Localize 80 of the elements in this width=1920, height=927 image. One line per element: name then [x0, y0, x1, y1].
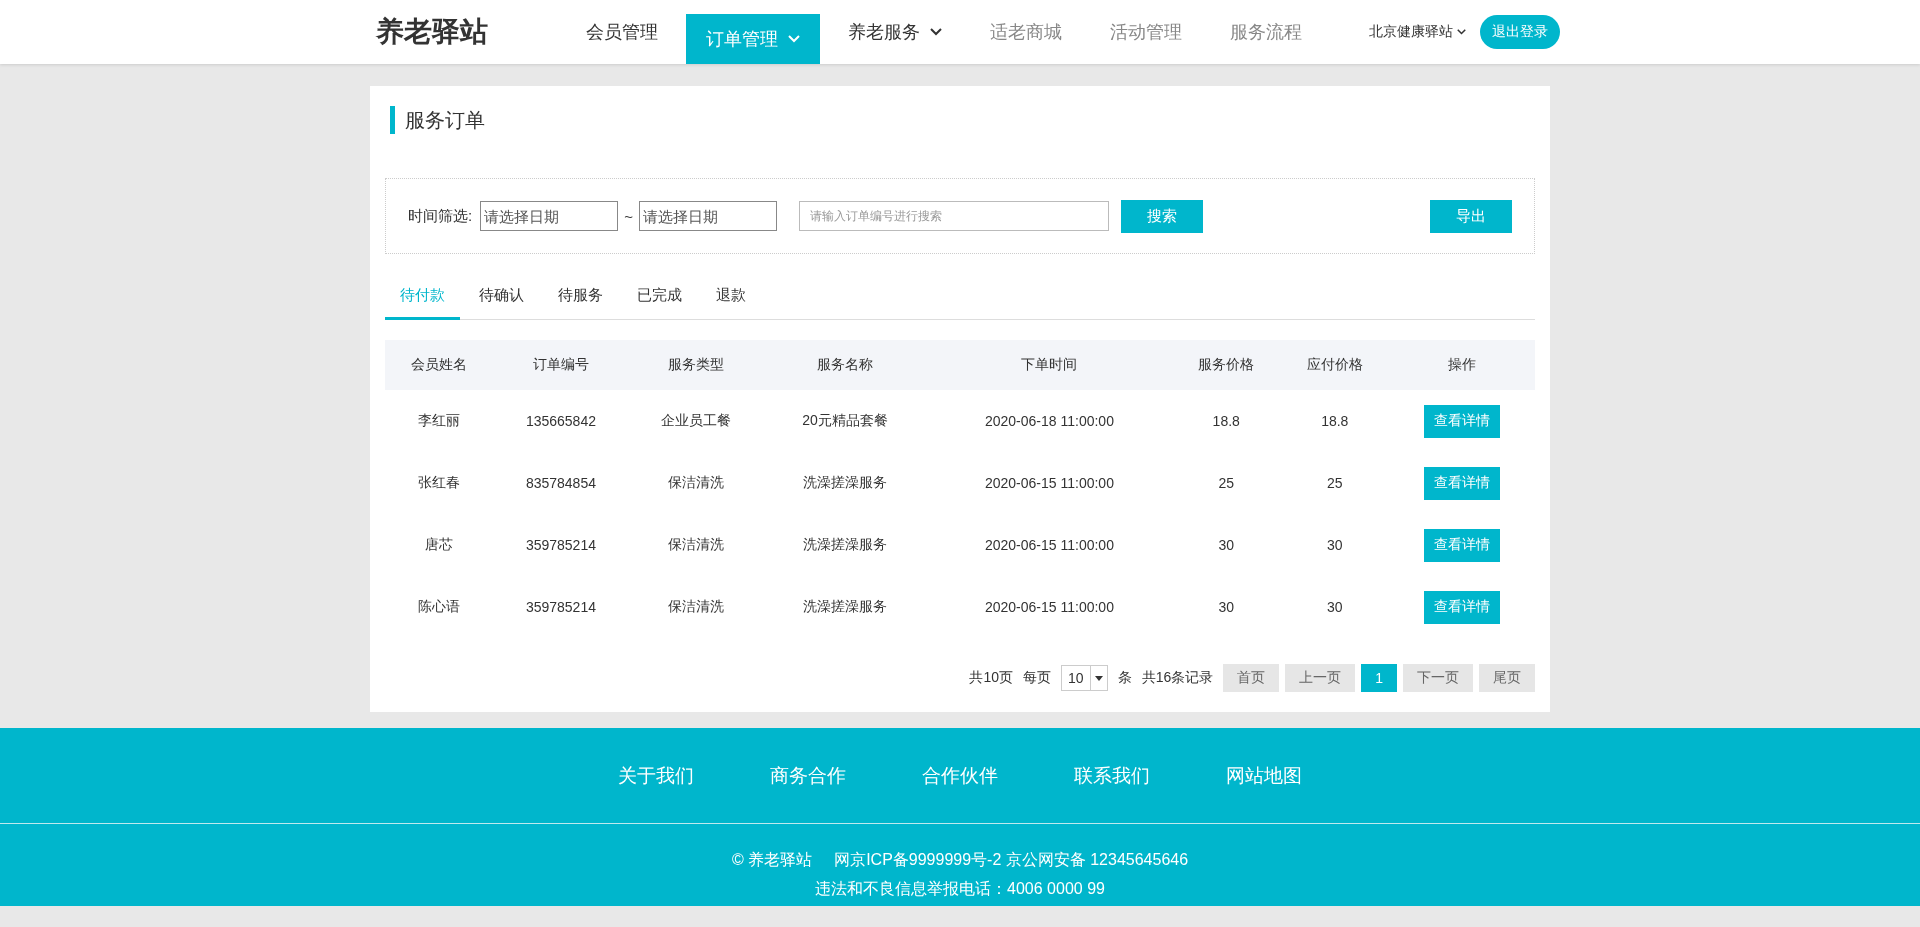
table-cell-text: 30 [1325, 598, 1344, 617]
table-cell: 企业员工餐 [628, 390, 764, 452]
view-details-button[interactable]: 查看详情 [1424, 590, 1500, 624]
nav-item[interactable]: 会员管理 [566, 0, 678, 64]
export-button[interactable]: 导出 [1430, 199, 1512, 233]
page-button[interactable]: 上一页 [1285, 664, 1356, 692]
logout-button[interactable]: 退出登录 [1480, 15, 1560, 49]
search-field[interactable]: 请输入订单编号进行搜索 [798, 201, 1109, 231]
page-button[interactable]: 下一页 [1403, 664, 1473, 692]
table-cell: 李红丽 [385, 390, 494, 452]
table-cell-text: 2020-06-15 11:00:00 [983, 598, 1115, 617]
column-header: 服务价格 [1172, 340, 1281, 390]
nav-item[interactable]: 订单管理 [686, 14, 820, 64]
table-cell: 18.8 [1280, 390, 1389, 452]
column-header: 服务名称 [763, 340, 927, 390]
table-cell-text: 835784854 [524, 474, 597, 493]
per-page-unit: 条 [1117, 669, 1132, 687]
start-date-field[interactable]: 请选择日期 [480, 201, 619, 231]
table-cell-text: 2020-06-15 11:00:00 [983, 536, 1115, 555]
table-cell-text: 保洁清洗 [666, 473, 725, 492]
status-tab[interactable]: 待服务 [543, 274, 618, 320]
nav-item[interactable]: 养老服务 [828, 0, 962, 64]
table-cell-text: 30 [1217, 598, 1236, 617]
table-cell-text: 359785214 [524, 536, 597, 555]
table-cell-text: 唐芯 [424, 535, 455, 554]
footer-link[interactable]: 联系我们 [1074, 762, 1150, 789]
table-cell-text: 洗澡搓澡服务 [802, 597, 888, 616]
table-cell-text: 洗澡搓澡服务 [802, 535, 888, 554]
copyright-text: © 养老驿站 [731, 850, 813, 870]
page-button[interactable]: 首页 [1223, 664, 1280, 692]
caret-down-icon [1094, 675, 1103, 681]
view-details-button[interactable]: 查看详情 [1424, 528, 1500, 562]
search-button[interactable]: 搜索 [1120, 199, 1203, 233]
per-page-select[interactable]: 10 [1061, 665, 1108, 691]
total-pages: 共10页 [969, 669, 1014, 687]
column-header: 订单编号 [493, 340, 629, 390]
table-cell-text: 359785214 [524, 598, 597, 617]
total-records: 共16条记录 [1141, 669, 1214, 687]
table-cell: 18.8 [1172, 390, 1281, 452]
page-button[interactable]: 尾页 [1479, 664, 1535, 692]
table-cell-text: 25 [1325, 474, 1344, 493]
title-accent-bar [390, 106, 395, 134]
table-cell-text: 25 [1217, 474, 1236, 493]
table-cell-text: 30 [1217, 536, 1236, 555]
column-header: 操作 [1389, 340, 1535, 390]
page-button[interactable]: 1 [1361, 664, 1397, 692]
table-cell: 2020-06-18 11:00:00 [926, 390, 1172, 452]
end-date-field[interactable]: 请选择日期 [638, 201, 777, 231]
filter-label: 时间筛选: [408, 206, 473, 226]
range-separator: ~ [624, 207, 633, 225]
table-cell: 20元精品套餐 [763, 390, 927, 452]
chevron-down-icon [1457, 29, 1466, 35]
status-tab[interactable]: 待付款 [385, 274, 460, 320]
footer-link[interactable]: 网站地图 [1226, 762, 1302, 789]
table-cell-text: 张红春 [417, 473, 462, 492]
footer-link[interactable]: 关于我们 [618, 762, 694, 789]
station-menu[interactable]: 北京健康驿站 [1369, 23, 1466, 41]
status-tab[interactable]: 已完成 [622, 274, 697, 320]
view-details-button[interactable]: 查看详情 [1424, 466, 1500, 500]
column-header: 会员姓名 [385, 340, 494, 390]
table-cell-text: 2020-06-15 11:00:00 [983, 474, 1115, 493]
report-text: 违法和不良信息举报电话：4006 0000 99 [815, 879, 1105, 899]
page-title: 服务订单 [405, 107, 485, 133]
column-header: 应付价格 [1280, 340, 1389, 390]
table-cell-text: 洗澡搓澡服务 [802, 473, 888, 492]
table-cell-text: 保洁清洗 [666, 535, 725, 554]
site-logo: 养老驿站 [376, 15, 489, 49]
per-page-label: 每页 [1023, 669, 1052, 687]
footer-link[interactable]: 商务合作 [770, 762, 846, 789]
footer-link[interactable]: 合作伙伴 [922, 762, 998, 789]
icp-text: 网京ICP备9999999号-2 京公网安备 12345645646 [834, 850, 1189, 870]
column-header: 下单时间 [926, 340, 1172, 390]
column-header: 服务类型 [628, 340, 764, 390]
view-details-button[interactable]: 查看详情 [1424, 404, 1500, 438]
table-cell-text: 30 [1325, 536, 1344, 555]
status-tab[interactable]: 待确认 [464, 274, 539, 320]
table-cell-text: 保洁清洗 [666, 597, 725, 616]
status-tab[interactable]: 退款 [701, 274, 761, 320]
table-cell: 135665842 [493, 390, 629, 452]
table-cell-text: 陈心语 [417, 597, 462, 616]
